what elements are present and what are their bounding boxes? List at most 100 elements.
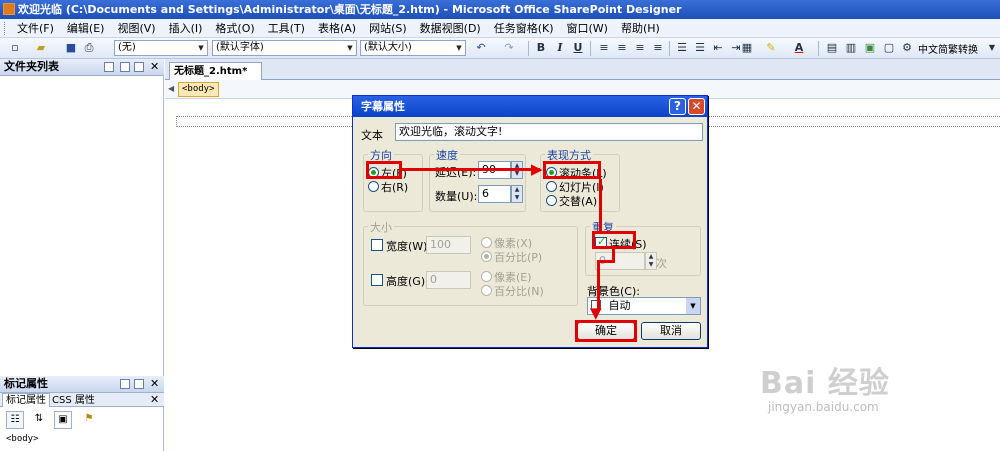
new-page-icon[interactable]: ▫ [8, 41, 22, 55]
categorize-icon[interactable]: ☷ [6, 411, 24, 429]
close-icon[interactable]: ✕ [150, 60, 159, 73]
tab-css-properties[interactable]: CSS 属性 [52, 394, 95, 407]
style-select[interactable]: (无) ▼ [114, 40, 208, 56]
menu-view[interactable]: 视图(V) [111, 20, 162, 37]
menu-tools[interactable]: 工具(T) [262, 20, 312, 37]
height-input[interactable]: 0 [426, 271, 471, 289]
lang-convert-button[interactable]: 中文简繁转换 [918, 41, 978, 56]
amount-input[interactable]: 6 [478, 185, 511, 203]
tab-tag-properties[interactable]: 标记属性 [2, 393, 50, 407]
close-icon[interactable]: ✕ [150, 377, 159, 390]
width-input[interactable]: 100 [426, 236, 471, 254]
help-icon[interactable]: ? [669, 98, 686, 115]
menu-format[interactable]: 格式(O) [209, 20, 261, 37]
undo-icon[interactable]: ↶ [474, 41, 488, 55]
width-percent-label[interactable]: 百分比(P) [494, 249, 542, 265]
width-percent-radio[interactable] [481, 251, 492, 262]
scroll-left-icon[interactable]: ◀ [168, 84, 174, 93]
save-icon[interactable]: ■ [64, 41, 78, 55]
body-tag-button[interactable]: <body> [178, 82, 219, 97]
spin-down-icon[interactable]: ▼ [512, 194, 522, 202]
menu-data-view[interactable]: 数据视图(D) [414, 20, 488, 37]
marquee-properties-dialog: 字幕属性 ? ✕ 文本 欢迎光临，滚动文字! 方向 左(F) 右(R) 速度 延… [352, 95, 708, 348]
behavior-slide-radio[interactable] [546, 181, 557, 192]
direction-right-radio[interactable] [368, 181, 379, 192]
menu-task-pane[interactable]: 任务窗格(K) [488, 20, 561, 37]
tools-icon[interactable]: ⚙ [900, 41, 914, 55]
restore-icon[interactable] [104, 62, 114, 72]
current-tag: <body> [6, 434, 39, 444]
decrease-indent-icon[interactable]: ⇤ [711, 41, 725, 55]
menu-insert[interactable]: 插入(I) [163, 20, 210, 37]
font-select[interactable]: (默认字体) ▼ [212, 40, 357, 56]
left-task-panes: 文件夹列表 ✕ 标记属性 ✕ 标记属性 CSS 属性 ✕ ☷ ⇅ ▣ ⚑ <bo… [0, 59, 164, 451]
tag-icon[interactable]: ⚑ [80, 411, 98, 429]
numbered-list-icon[interactable]: ☰ [675, 41, 689, 55]
behavior-alternate-radio[interactable] [546, 195, 557, 206]
layer-icon[interactable]: ▥ [844, 41, 858, 55]
spin-up-icon[interactable]: ▲ [646, 253, 656, 261]
bold-icon[interactable]: B [534, 41, 548, 55]
grip-handle[interactable] [4, 21, 7, 35]
cancel-button[interactable]: 取消 [641, 322, 701, 340]
menu-help[interactable]: 帮助(H) [615, 20, 667, 37]
behavior-alternate-label[interactable]: 交替(A) [559, 193, 597, 209]
menu-table[interactable]: 表格(A) [312, 20, 363, 37]
align-left-icon[interactable]: ≡ [597, 41, 611, 55]
table-icon[interactable]: ▤ [825, 41, 839, 55]
height-percent-radio[interactable] [481, 285, 492, 296]
tab-untitled-2[interactable]: 无标题_2.htm* [169, 62, 263, 80]
thumbnail-icon[interactable]: ▢ [882, 41, 896, 55]
bgcolor-select[interactable]: 自动 ▼ [587, 297, 701, 315]
baidu-jingyan-watermark: Bai 经验 jingyan.baidu.com [760, 340, 990, 420]
minimize-icon[interactable] [134, 62, 144, 72]
align-right-icon[interactable]: ≡ [633, 41, 647, 55]
highlight-icon[interactable]: ✎ [764, 41, 778, 55]
width-label[interactable]: 宽度(W): [386, 238, 431, 254]
menu-edit[interactable]: 编辑(E) [61, 20, 112, 37]
border-icon[interactable]: ▦ [740, 41, 754, 55]
show-set-properties-icon[interactable]: ▣ [54, 411, 72, 429]
size-select[interactable]: (默认大小) ▼ [360, 40, 466, 56]
menu-site[interactable]: 网站(S) [363, 20, 414, 37]
bulleted-list-icon[interactable]: ☰ [693, 41, 707, 55]
menu-file[interactable]: 文件(F) [11, 20, 61, 37]
maximize-icon[interactable] [120, 62, 130, 72]
chevron-down-icon[interactable]: ▼ [985, 41, 999, 55]
height-label[interactable]: 高度(G): [386, 273, 429, 289]
close-icon[interactable]: ✕ [688, 98, 705, 115]
underline-icon[interactable]: U [571, 41, 585, 55]
justify-icon[interactable]: ≡ [651, 41, 665, 55]
maximize-icon[interactable] [120, 379, 130, 389]
italic-icon[interactable]: I [553, 41, 567, 55]
annotation-arrow-line [599, 179, 602, 231]
font-color-icon[interactable]: A [792, 41, 806, 55]
style-select-value: (无) [118, 42, 136, 53]
height-percent-label[interactable]: 百分比(N) [494, 283, 544, 299]
spin-down-icon[interactable]: ▼ [512, 170, 522, 178]
redo-icon[interactable]: ↷ [502, 41, 516, 55]
spin-up-icon[interactable]: ▲ [512, 186, 522, 194]
close-icon[interactable]: ✕ [150, 393, 159, 406]
height-checkbox[interactable] [371, 274, 383, 286]
amount-spinner[interactable]: ▲ ▼ [511, 185, 523, 203]
sort-az-icon[interactable]: ⇅ [30, 411, 48, 429]
height-pixels-radio[interactable] [481, 271, 492, 282]
toolbar-separator [818, 41, 819, 56]
width-checkbox[interactable] [371, 239, 383, 251]
annotation-arrow-line [402, 168, 540, 171]
chevron-down-icon[interactable]: ▼ [686, 298, 700, 314]
align-center-icon[interactable]: ≡ [615, 41, 629, 55]
menu-window[interactable]: 窗口(W) [561, 20, 615, 37]
picture-icon[interactable]: ▣ [863, 41, 877, 55]
width-pixels-radio[interactable] [481, 237, 492, 248]
spin-down-icon[interactable]: ▼ [646, 261, 656, 269]
marquee-text-input[interactable]: 欢迎光临，滚动文字! [395, 123, 703, 141]
repeat-unit-label: 次 [656, 257, 667, 270]
watermark-text: Bai 经验 [760, 366, 890, 401]
print-preview-icon[interactable]: ⎙ [82, 41, 96, 55]
direction-right-label[interactable]: 右(R) [381, 179, 408, 195]
title-bar: 欢迎光临 (C:\Documents and Settings\Administ… [0, 0, 1000, 19]
open-folder-icon[interactable]: ▰ [34, 41, 48, 55]
minimize-icon[interactable] [134, 379, 144, 389]
